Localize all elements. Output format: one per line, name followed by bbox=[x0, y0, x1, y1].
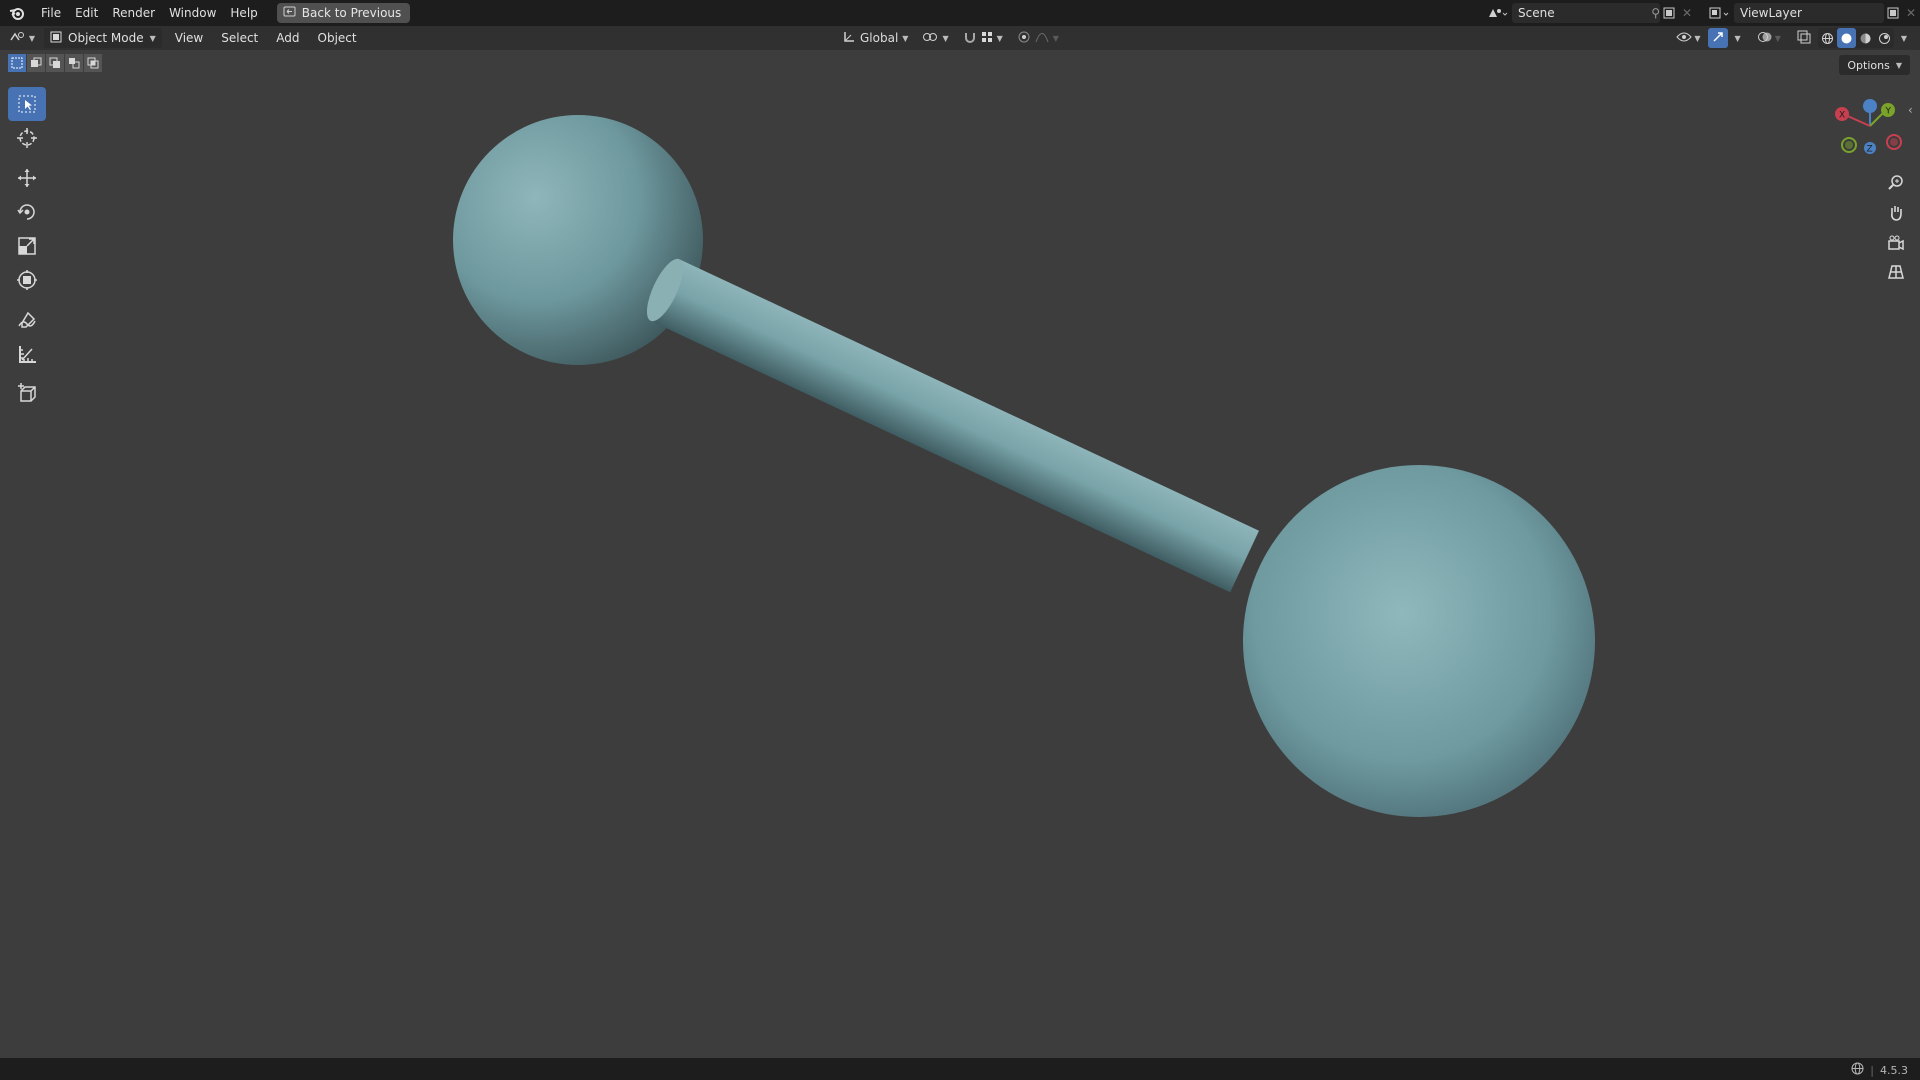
rendered-shading-button[interactable] bbox=[1875, 28, 1894, 48]
navigation-gizmo[interactable]: Y X Z bbox=[1832, 94, 1912, 164]
magnet-icon bbox=[963, 30, 977, 47]
object-mode-icon bbox=[50, 31, 62, 46]
separator: | bbox=[1870, 1063, 1874, 1077]
viewport-3d-scene[interactable] bbox=[0, 50, 1920, 1058]
solid-sphere-icon bbox=[1841, 33, 1852, 43]
chevron-down-icon: ▼ bbox=[1052, 33, 1059, 43]
material-sphere-icon bbox=[1860, 33, 1871, 43]
menu-edit[interactable]: Edit bbox=[68, 0, 105, 26]
shading-mode-group bbox=[1817, 28, 1894, 48]
header-menu-add[interactable]: Add bbox=[267, 31, 308, 45]
falloff-curve-icon[interactable] bbox=[1035, 31, 1049, 46]
view-layer-name: ViewLayer bbox=[1740, 6, 1802, 20]
menu-file[interactable]: File bbox=[34, 0, 68, 26]
wireframe-shading-button[interactable] bbox=[1818, 28, 1837, 48]
svg-text:Y: Y bbox=[1885, 107, 1892, 117]
visibility-dropdown[interactable]: ▼ bbox=[1673, 28, 1703, 48]
chevron-down-icon: ▼ bbox=[149, 33, 156, 43]
gizmo-icon bbox=[1711, 30, 1725, 47]
new-view-layer-icon[interactable] bbox=[1884, 4, 1902, 22]
new-scene-icon[interactable] bbox=[1660, 4, 1678, 22]
gizmo-toggle[interactable] bbox=[1707, 28, 1728, 48]
editor-type-button[interactable]: ▼ bbox=[0, 27, 44, 49]
axis-z-positive-icon bbox=[1863, 99, 1877, 113]
header-menu-object[interactable]: Object bbox=[309, 31, 366, 45]
chevron-down-icon: ▼ bbox=[1900, 33, 1907, 43]
back-to-previous-button[interactable]: Back to Previous bbox=[276, 3, 411, 23]
proportional-editing-toggle[interactable]: ▼ bbox=[1013, 28, 1063, 48]
chevron-down-icon: ▼ bbox=[996, 33, 1003, 43]
camera-icon bbox=[1888, 235, 1904, 251]
menu-help[interactable]: Help bbox=[223, 0, 264, 26]
orientation-label: Global bbox=[860, 31, 899, 45]
chevron-down-icon: ▼ bbox=[1734, 33, 1741, 43]
version-label: 4.5.3 bbox=[1880, 1063, 1908, 1077]
material-shading-button[interactable] bbox=[1856, 28, 1875, 48]
chevron-down-icon: ▼ bbox=[1694, 33, 1701, 43]
zoom-button[interactable] bbox=[1881, 170, 1911, 196]
overlays-toggle[interactable]: ▼ bbox=[1754, 28, 1784, 48]
chevron-down-icon: ▼ bbox=[1774, 33, 1781, 43]
gizmo-dropdown[interactable]: ▼ bbox=[1732, 28, 1744, 48]
menu-render[interactable]: Render bbox=[105, 0, 162, 26]
scene-name: Scene bbox=[1518, 6, 1555, 20]
status-bar: | 4.5.3 bbox=[0, 1058, 1920, 1080]
view-layer-selector-icon[interactable] bbox=[1704, 4, 1734, 22]
xray-icon bbox=[1797, 30, 1811, 47]
xray-toggle[interactable] bbox=[1794, 28, 1814, 48]
screen-back-icon bbox=[283, 6, 296, 20]
hand-icon bbox=[1891, 206, 1902, 221]
pan-button[interactable] bbox=[1881, 200, 1911, 226]
pivot-point-dropdown[interactable]: ▼ bbox=[918, 28, 952, 48]
rendered-sphere-icon bbox=[1878, 32, 1890, 44]
mode-dropdown[interactable]: Object Mode ▼ bbox=[44, 28, 162, 48]
orientation-dropdown[interactable]: Global ▼ bbox=[838, 28, 912, 48]
camera-view-button[interactable] bbox=[1881, 230, 1911, 256]
eye-icon bbox=[1676, 31, 1693, 46]
mode-label: Object Mode bbox=[68, 31, 144, 45]
proportional-editing-icon bbox=[1017, 30, 1031, 47]
chevron-down-icon: ▼ bbox=[942, 33, 949, 43]
orientation-axes-icon bbox=[842, 30, 856, 47]
pivot-icon bbox=[922, 30, 938, 47]
delete-view-layer-icon[interactable]: ✕ bbox=[1902, 4, 1920, 22]
viewport-display-tools: ▼ ▼ ▼ ▼ bbox=[1673, 26, 1910, 50]
overlays-icon bbox=[1757, 30, 1773, 47]
menu-window[interactable]: Window bbox=[162, 0, 223, 26]
top-bar: File Edit Render Window Help Back to Pre… bbox=[0, 0, 1920, 26]
header-menu-view[interactable]: View bbox=[166, 31, 212, 45]
svg-text:Z: Z bbox=[1867, 145, 1873, 155]
scene-name-field[interactable]: Scene ⚲ bbox=[1512, 3, 1660, 23]
solid-shading-button[interactable] bbox=[1836, 28, 1856, 48]
toggle-projection-button[interactable] bbox=[1881, 259, 1911, 285]
back-to-previous-label: Back to Previous bbox=[301, 6, 402, 20]
connecting-rod bbox=[646, 258, 1259, 593]
snap-target-icon[interactable] bbox=[981, 31, 993, 46]
viewport-editor-icon bbox=[9, 30, 27, 47]
sphere-large bbox=[1243, 465, 1595, 817]
header-menu-select[interactable]: Select bbox=[212, 31, 267, 45]
svg-text:X: X bbox=[1839, 111, 1845, 121]
transform-tools: Global ▼ ▼ ▼ ▼ bbox=[838, 26, 1063, 50]
dumbbell-object[interactable] bbox=[453, 115, 1595, 817]
blender-logo-icon[interactable] bbox=[0, 0, 34, 26]
version-info: | 4.5.3 bbox=[1851, 1062, 1908, 1078]
zoom-magnifier-icon bbox=[1888, 175, 1903, 190]
view-layer-name-field[interactable]: ViewLayer bbox=[1734, 3, 1884, 23]
sidebar-toggle-chevron-icon[interactable]: ‹ bbox=[1908, 103, 1913, 117]
shading-dropdown[interactable]: ▼ bbox=[1898, 28, 1910, 48]
scene-selector-icon[interactable] bbox=[1482, 4, 1512, 22]
chevron-down-icon: ▼ bbox=[28, 33, 36, 43]
wireframe-icon bbox=[1821, 32, 1833, 44]
pin-icon[interactable]: ⚲ bbox=[1651, 6, 1660, 20]
globe-icon bbox=[1851, 1062, 1864, 1078]
delete-scene-icon[interactable]: ✕ bbox=[1678, 4, 1696, 22]
snap-toggle[interactable]: ▼ bbox=[959, 28, 1007, 48]
perspective-grid-icon bbox=[1888, 265, 1904, 279]
chevron-down-icon: ▼ bbox=[902, 33, 909, 43]
